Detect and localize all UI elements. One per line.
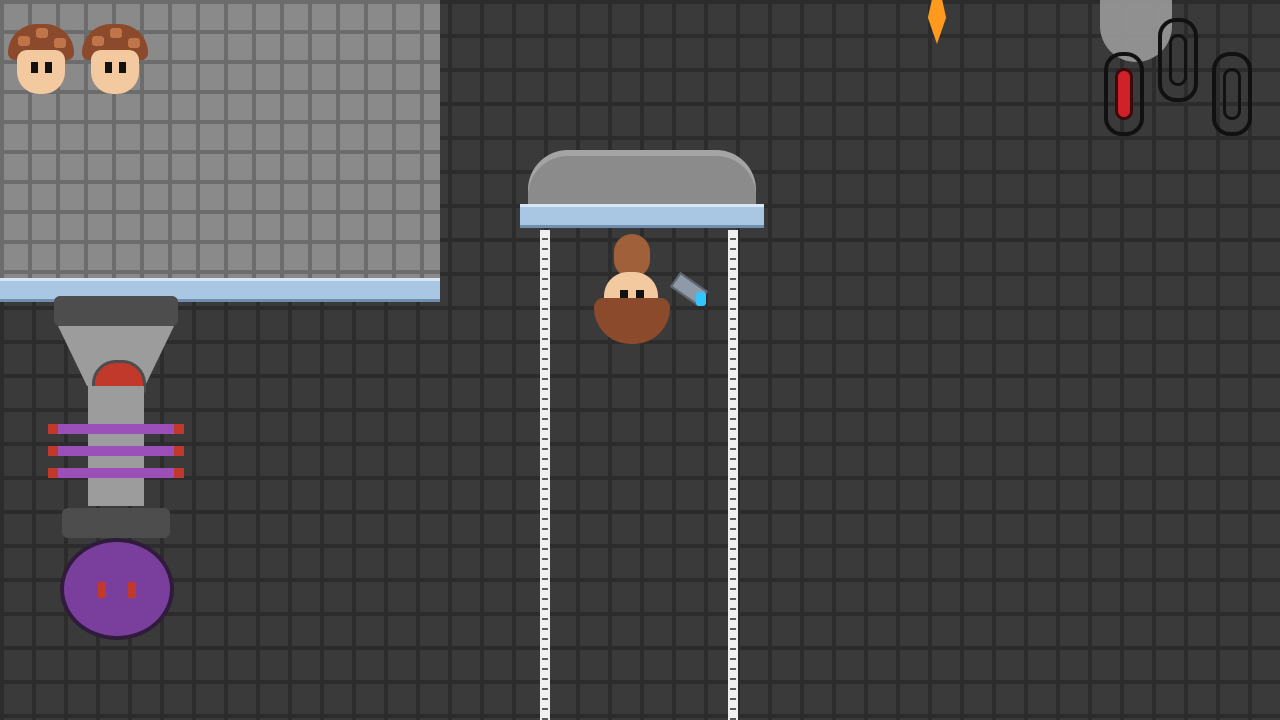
grapple-gun-tip — [696, 292, 706, 306]
trap-base — [62, 508, 170, 538]
gem-icon — [1158, 18, 1198, 102]
spike-trap — [44, 296, 188, 646]
cloud-platform — [520, 140, 764, 230]
orb-eye — [98, 582, 106, 598]
mushroom-face — [91, 50, 139, 94]
trap-cap — [54, 296, 178, 326]
chain — [540, 230, 550, 720]
eye — [119, 62, 126, 73]
lives-counter — [8, 24, 148, 96]
chain — [728, 230, 738, 720]
spike-bar — [48, 446, 184, 456]
life-icon — [8, 24, 74, 96]
player-character — [592, 232, 718, 352]
spike-bar — [48, 468, 184, 478]
gem-slots — [1104, 16, 1264, 148]
gem-icon — [1104, 52, 1144, 136]
eye — [45, 62, 52, 73]
eye — [31, 62, 38, 73]
cloud-ice-base — [520, 204, 764, 228]
life-icon — [82, 24, 148, 96]
eye — [105, 62, 112, 73]
spike-bar — [48, 424, 184, 434]
mushroom-face — [17, 50, 65, 94]
purple-orb-enemy — [60, 538, 174, 640]
player-cap — [594, 298, 670, 344]
flame-icon — [927, 0, 947, 44]
gem-icon — [1212, 52, 1252, 136]
orb-eye — [128, 582, 136, 598]
